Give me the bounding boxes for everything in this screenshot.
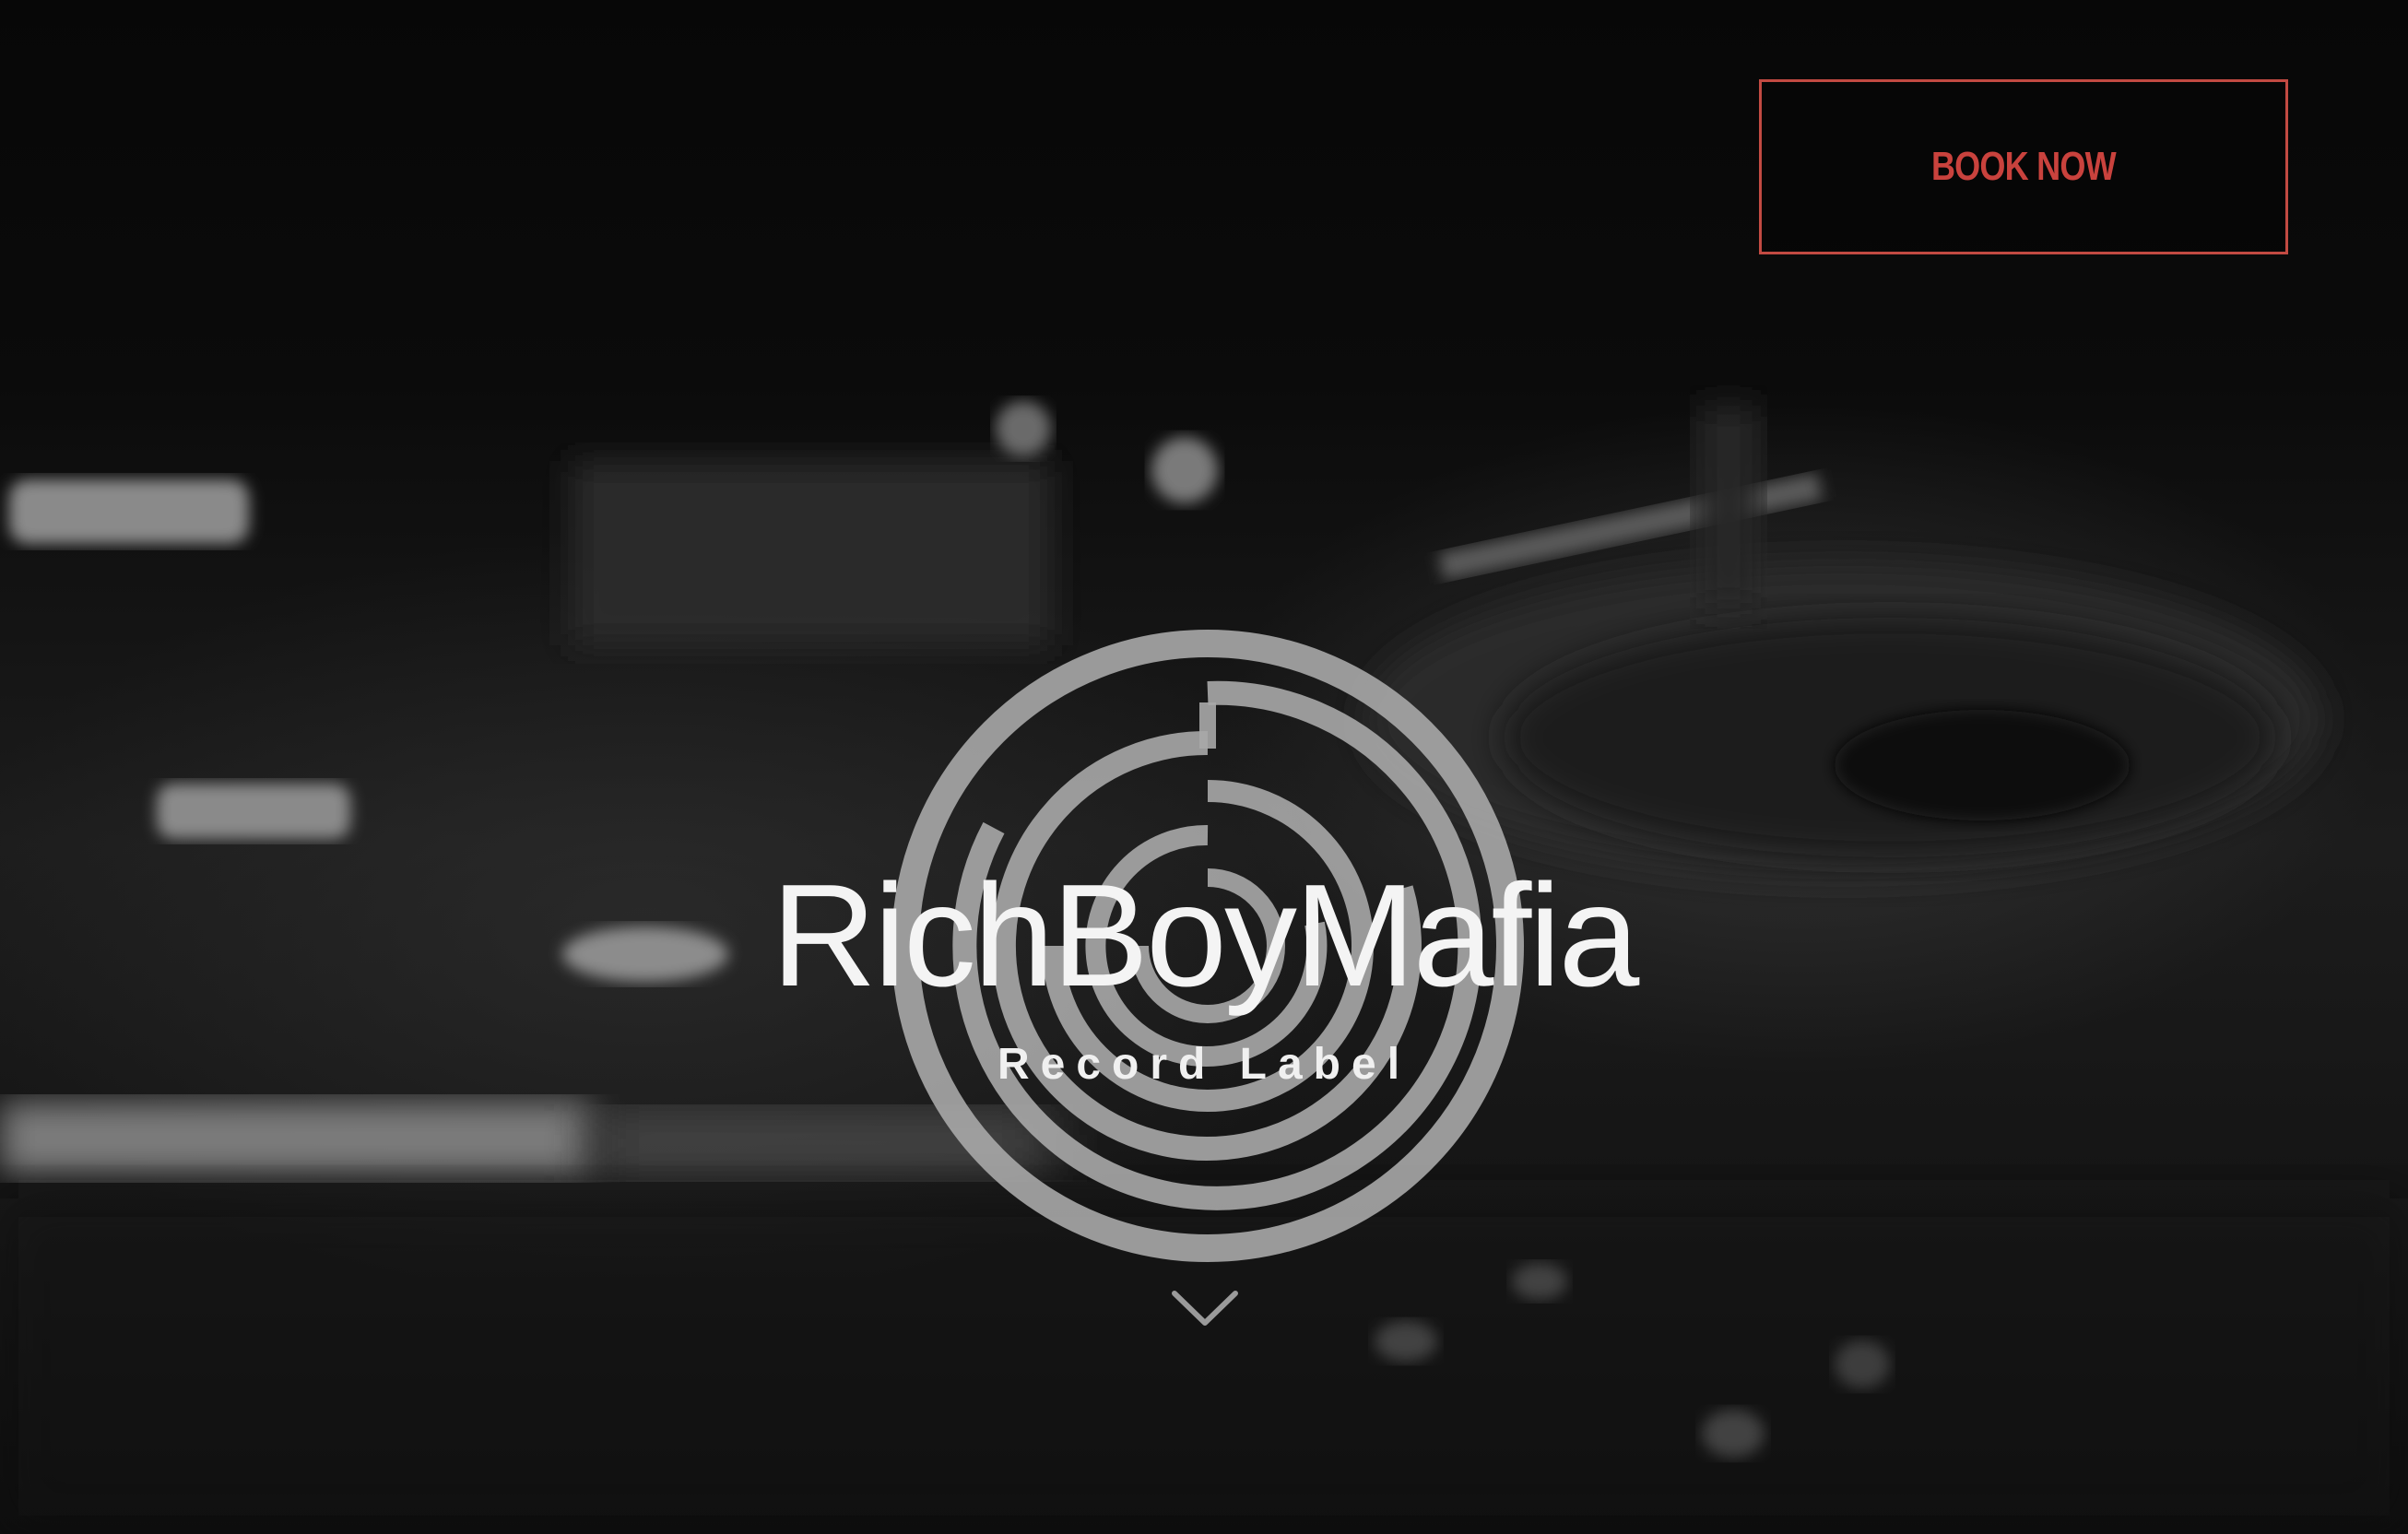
brand-title: RichBoyMafia [771,855,1640,1017]
book-now-button[interactable]: BOOK NOW [1759,79,2288,254]
book-now-label: BOOK NOW [1931,144,2117,189]
hero-section: BOOK NOW RichBoyMafia Record Label [0,0,2408,1534]
brand-tagline: Record Label [997,1040,1411,1089]
chevron-down-icon[interactable] [1169,1286,1241,1330]
